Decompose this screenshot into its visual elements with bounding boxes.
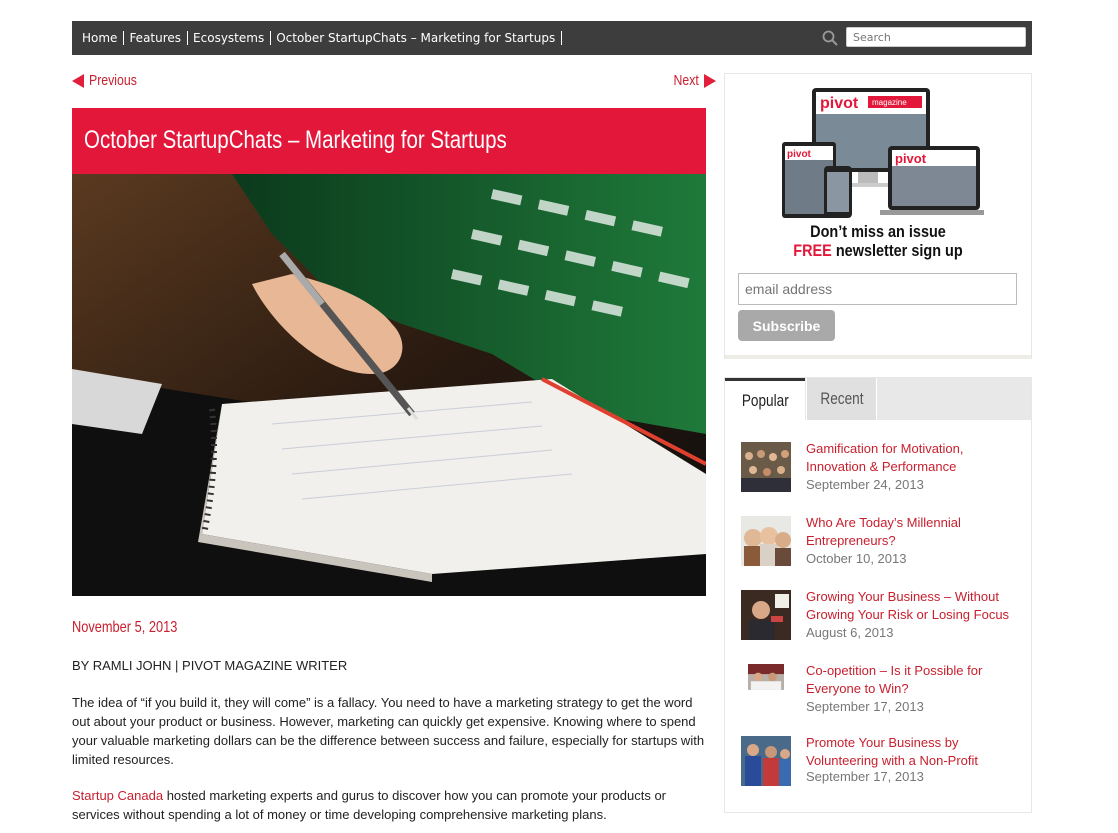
next-label: Next: [673, 72, 699, 89]
article-byline: BY RAMLI JOHN | PIVOT MAGAZINE WRITER: [72, 658, 348, 673]
post-thumbnail[interactable]: [741, 590, 791, 640]
post-date: September 17, 2013: [806, 699, 924, 714]
search-icon[interactable]: [822, 30, 838, 46]
post-title-link[interactable]: Co-opetition – Is it Possible for Everyo…: [806, 662, 1026, 698]
article-hero-image: [72, 174, 706, 596]
post-title-link[interactable]: Growing Your Business – Without Growing …: [806, 588, 1026, 624]
newsletter-signup-box: pivot magazine pivot pivot Don’t miss an…: [724, 73, 1032, 359]
newsletter-subheadline: FREE newsletter sign up: [748, 241, 1008, 261]
tab-strip: Popular Recent: [725, 378, 1031, 420]
article-title: October StartupChats – Marketing for Sta…: [84, 126, 507, 154]
article-date: November 5, 2013: [72, 619, 178, 636]
magazine-devices-image: pivot magazine pivot pivot: [782, 88, 984, 218]
brand-wordmark: pivot: [820, 95, 859, 112]
newsletter-headline: Don’t miss an issue: [810, 222, 946, 241]
posts-tab-widget: Popular Recent Gamification for Motivati…: [724, 377, 1032, 813]
post-title-link[interactable]: Who Are Today’s Millennial Entrepreneurs…: [806, 514, 1026, 550]
tab-recent-label: Recent: [819, 389, 864, 408]
search-input[interactable]: [846, 27, 1026, 47]
post-thumbnail[interactable]: [741, 442, 791, 492]
breadcrumb: Home Features Ecosystems October Startup…: [82, 21, 567, 55]
brand-subtitle: magazine: [872, 98, 907, 107]
tab-popular-label: Popular: [741, 390, 789, 410]
newsletter-free-label: FREE: [793, 241, 832, 260]
tab-recent[interactable]: Recent: [806, 378, 877, 420]
post-thumbnail[interactable]: [741, 664, 791, 700]
previous-post-link[interactable]: Previous: [72, 72, 147, 89]
post-thumbnail[interactable]: [741, 736, 791, 786]
post-date: October 10, 2013: [806, 551, 907, 566]
post-date: September 17, 2013: [806, 769, 924, 784]
previous-label: Previous: [89, 72, 137, 89]
article-paragraph: The idea of “if you build it, they will …: [72, 695, 705, 767]
startup-canada-link[interactable]: Startup Canada: [72, 788, 163, 803]
arrow-left-icon: [72, 73, 84, 88]
article-title-banner: October StartupChats – Marketing for Sta…: [72, 108, 706, 174]
newsletter-signup-text: newsletter sign up: [831, 241, 963, 260]
article-paragraph: Startup Canada hosted marketing experts …: [72, 786, 712, 824]
post-title-link[interactable]: Promote Your Business by Volunteering wi…: [806, 734, 1026, 770]
post-date: September 24, 2013: [806, 477, 924, 492]
breadcrumb-home[interactable]: Home: [82, 31, 125, 45]
breadcrumb-ecosystems[interactable]: Ecosystems: [193, 31, 272, 45]
next-post-link[interactable]: Next: [668, 72, 716, 89]
brand-wordmark-laptop: pivot: [895, 151, 927, 166]
post-date: August 6, 2013: [806, 625, 894, 640]
arrow-right-icon: [703, 73, 716, 88]
top-nav-bar: Home Features Ecosystems October Startup…: [72, 21, 1032, 55]
breadcrumb-features[interactable]: Features: [129, 31, 189, 45]
breadcrumb-current-page[interactable]: October StartupChats – Marketing for Sta…: [276, 31, 563, 45]
brand-wordmark-small: pivot: [787, 149, 812, 160]
email-field[interactable]: [738, 273, 1017, 305]
tab-popular[interactable]: Popular: [725, 378, 805, 420]
post-thumbnail[interactable]: [741, 516, 791, 566]
post-title-link[interactable]: Gamification for Motivation, Innovation …: [806, 440, 1026, 476]
subscribe-button[interactable]: Subscribe: [738, 310, 835, 341]
